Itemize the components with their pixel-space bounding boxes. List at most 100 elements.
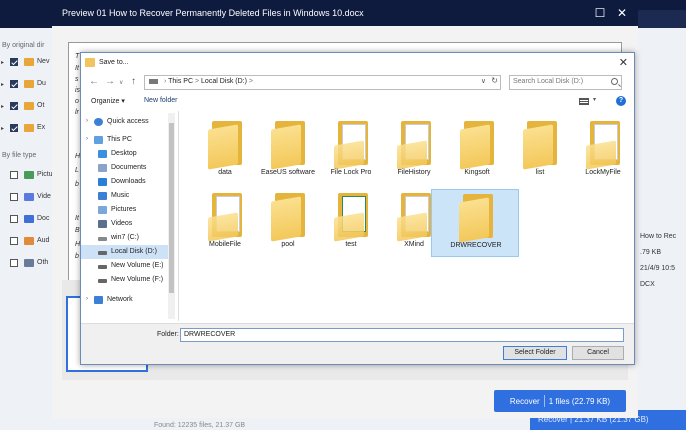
- drive-icon: [98, 279, 107, 283]
- recover-button[interactable]: Recover 1 files (22.79 KB): [494, 390, 626, 412]
- maximize-button[interactable]: ☐: [592, 5, 608, 21]
- new-folder-button[interactable]: New folder: [144, 97, 177, 104]
- tree-item-label: Documents: [111, 164, 147, 171]
- dir-checkbox[interactable]: [10, 58, 18, 66]
- folder-doc-icon: [397, 193, 435, 242]
- tree-item-pc[interactable]: › This PC: [81, 133, 171, 147]
- folder-icon: [460, 121, 498, 170]
- view-dropdown-icon[interactable]: ▾: [593, 96, 596, 103]
- folder-icon: [459, 194, 497, 243]
- folder-name-field[interactable]: DRWRECOVER: [180, 328, 624, 342]
- expand-arrow-icon[interactable]: ▸: [1, 103, 4, 110]
- forward-arrow-icon[interactable]: →: [105, 76, 115, 87]
- breadcrumb-this-pc[interactable]: This PC: [168, 78, 193, 85]
- scrollbar-thumb[interactable]: [169, 123, 174, 293]
- back-arrow-icon[interactable]: ←: [89, 76, 99, 87]
- type-checkbox[interactable]: [10, 215, 18, 223]
- folder-item-label: LockMyFile: [585, 169, 621, 176]
- type-checkbox[interactable]: [10, 193, 18, 201]
- tree-item-label: Downloads: [111, 178, 146, 185]
- breadcrumb-sep-2: >: [248, 78, 253, 85]
- detail-line: 21/4/9 10:5: [640, 265, 676, 272]
- drive-icon: [98, 237, 107, 241]
- folder-sheet-icon: [334, 193, 372, 242]
- expand-chevron-icon[interactable]: ›: [86, 296, 88, 302]
- cancel-button[interactable]: Cancel: [572, 346, 624, 360]
- dialog-toolbar: Organize ▾ New folder ▾ ?: [81, 93, 634, 111]
- folder-item[interactable]: DRWRECOVER: [431, 189, 519, 257]
- folder-icon: [271, 121, 309, 170]
- expand-arrow-icon[interactable]: ▸: [1, 81, 4, 88]
- expand-chevron-icon[interactable]: ›: [86, 136, 88, 142]
- tree-item-drive[interactable]: New Volume (E:): [81, 259, 171, 273]
- folder-icon: [24, 102, 34, 110]
- folder-icon: [271, 193, 309, 242]
- save-to-dialog: Save to... ✕ ← → ∨ ↑ › This PC > Local D…: [80, 52, 635, 365]
- pictures-icon: [98, 206, 107, 214]
- expand-chevron-icon[interactable]: ›: [86, 118, 88, 124]
- tree-item-pictures[interactable]: Pictures: [81, 203, 171, 217]
- address-sep: ›: [163, 78, 167, 85]
- dir-item-label: Du: [37, 80, 46, 87]
- file-type-icon: [24, 193, 34, 201]
- document-text-line: s: [75, 76, 79, 83]
- type-item-label: Aud: [37, 237, 50, 244]
- organize-menu[interactable]: Organize ▾: [91, 97, 125, 105]
- app-search-box[interactable]: [638, 10, 686, 28]
- recent-dropdown-icon[interactable]: ∨: [119, 79, 123, 86]
- tree-item-downloads[interactable]: Downloads: [81, 175, 171, 189]
- address-dropdown-icon[interactable]: ∨: [481, 77, 486, 85]
- type-checkbox[interactable]: [10, 259, 18, 267]
- file-type-icon: [24, 215, 34, 223]
- folder-icon: [24, 80, 34, 88]
- tree-item-drive[interactable]: Local Disk (D:): [81, 245, 171, 259]
- type-checkbox[interactable]: [10, 171, 18, 179]
- up-arrow-icon[interactable]: ↑: [131, 76, 136, 87]
- recover-label: Recover: [509, 396, 540, 406]
- dialog-close-button[interactable]: ✕: [619, 56, 628, 69]
- expand-arrow-icon[interactable]: ▸: [1, 59, 4, 66]
- folder-icon: [24, 58, 34, 66]
- file-type-icon: [24, 171, 34, 179]
- refresh-icon[interactable]: ↻: [491, 76, 498, 85]
- tree-item-label: Desktop: [111, 150, 137, 157]
- videos-icon: [98, 220, 107, 228]
- select-folder-button[interactable]: Select Folder: [503, 346, 567, 360]
- document-text-line: T: [75, 53, 80, 60]
- tree-item-videos[interactable]: Videos: [81, 217, 171, 231]
- dir-checkbox[interactable]: [10, 102, 18, 110]
- preview-close-button[interactable]: ✕: [614, 5, 630, 21]
- document-text-line: o: [75, 98, 79, 105]
- folder-item-label: DRWRECOVER: [450, 242, 502, 249]
- tree-item-documents[interactable]: Documents: [81, 161, 171, 175]
- folder-icon: [208, 121, 246, 170]
- breadcrumb-local-disk[interactable]: Local Disk (D:): [201, 78, 247, 85]
- tree-item-label: win7 (C:): [111, 234, 140, 241]
- expand-arrow-icon[interactable]: ▸: [1, 125, 4, 132]
- folder-icon: [85, 58, 95, 67]
- navigation-pane: › Quick access › This PC Desktop Documents Dow…: [81, 111, 179, 321]
- folder-icon: [523, 121, 561, 170]
- drive-icon: [98, 251, 107, 255]
- file-type-icon: [24, 237, 34, 245]
- document-text-line: lr: [75, 109, 79, 116]
- tree-item-desktop[interactable]: Desktop: [81, 147, 171, 161]
- tree-item-star[interactable]: › Quick access: [81, 115, 171, 129]
- search-input[interactable]: Search Local Disk (D:): [509, 75, 622, 90]
- dir-checkbox[interactable]: [10, 80, 18, 88]
- tree-item-music[interactable]: Music: [81, 189, 171, 203]
- type-checkbox[interactable]: [10, 237, 18, 245]
- tree-item-drive[interactable]: win7 (C:): [81, 231, 171, 245]
- tree-item-label: Videos: [111, 220, 133, 227]
- tree-item-label: Network: [107, 296, 133, 303]
- address-bar[interactable]: › This PC > Local Disk (D:) > ∨ ↻: [144, 75, 501, 90]
- view-options-icon[interactable]: [579, 98, 589, 105]
- dialog-title: Save to...: [99, 59, 129, 66]
- help-icon[interactable]: ?: [616, 96, 626, 106]
- tree-item-network[interactable]: › Network: [81, 293, 171, 307]
- dir-checkbox[interactable]: [10, 124, 18, 132]
- navigation-bar: ← → ∨ ↑ › This PC > Local Disk (D:) > ∨ …: [81, 73, 634, 93]
- navigation-scrollbar[interactable]: [168, 113, 175, 319]
- tree-item-drive[interactable]: New Volume (F:): [81, 273, 171, 287]
- folder-item[interactable]: LockMyFile: [564, 117, 642, 185]
